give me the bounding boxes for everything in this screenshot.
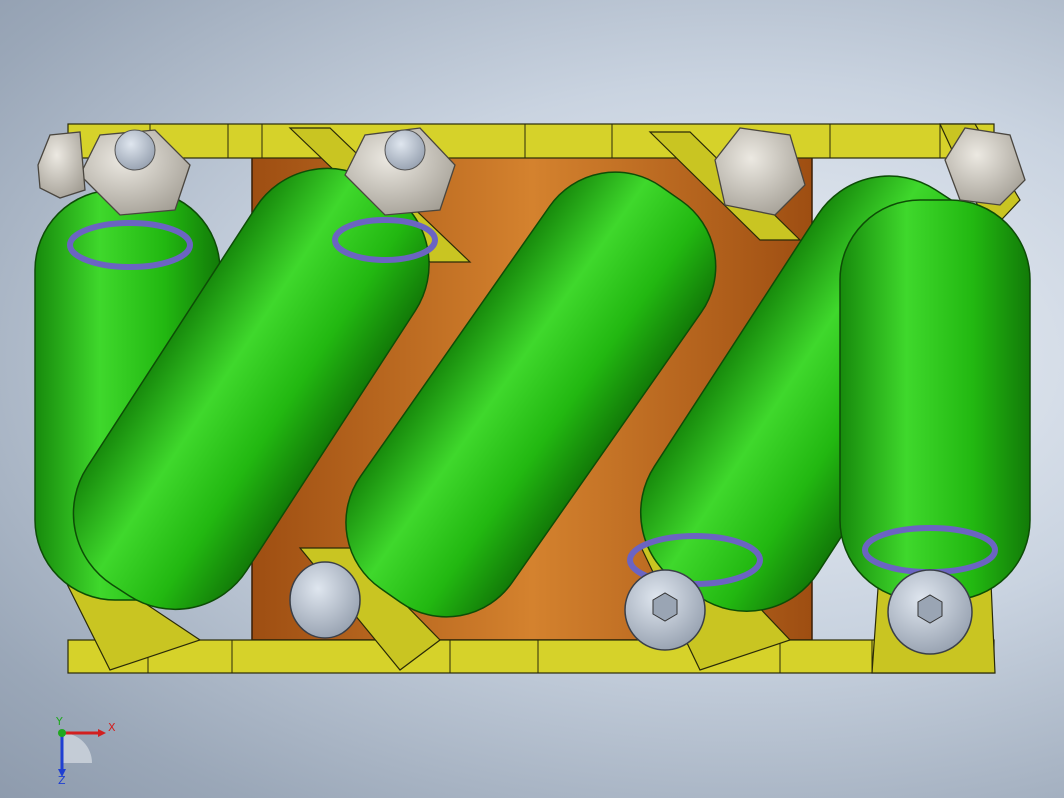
orientation-triad[interactable]: X Y Z (40, 715, 130, 785)
z-axis-label: Z (58, 774, 66, 785)
triad-plane-icon (62, 733, 92, 763)
graphics-viewport[interactable]: X Y Z (0, 0, 1064, 798)
hex-nut[interactable] (37, 131, 86, 199)
mecanum-wheel-model[interactable] (0, 0, 1064, 798)
y-axis-dot-icon (58, 729, 66, 737)
socket-head-cap-screw[interactable] (887, 569, 973, 655)
socket-head-cap-screw[interactable] (289, 561, 361, 639)
x-axis-label: X (108, 721, 116, 734)
y-axis-label: Y (55, 715, 63, 728)
socket-head-cap-screw[interactable] (624, 569, 706, 651)
